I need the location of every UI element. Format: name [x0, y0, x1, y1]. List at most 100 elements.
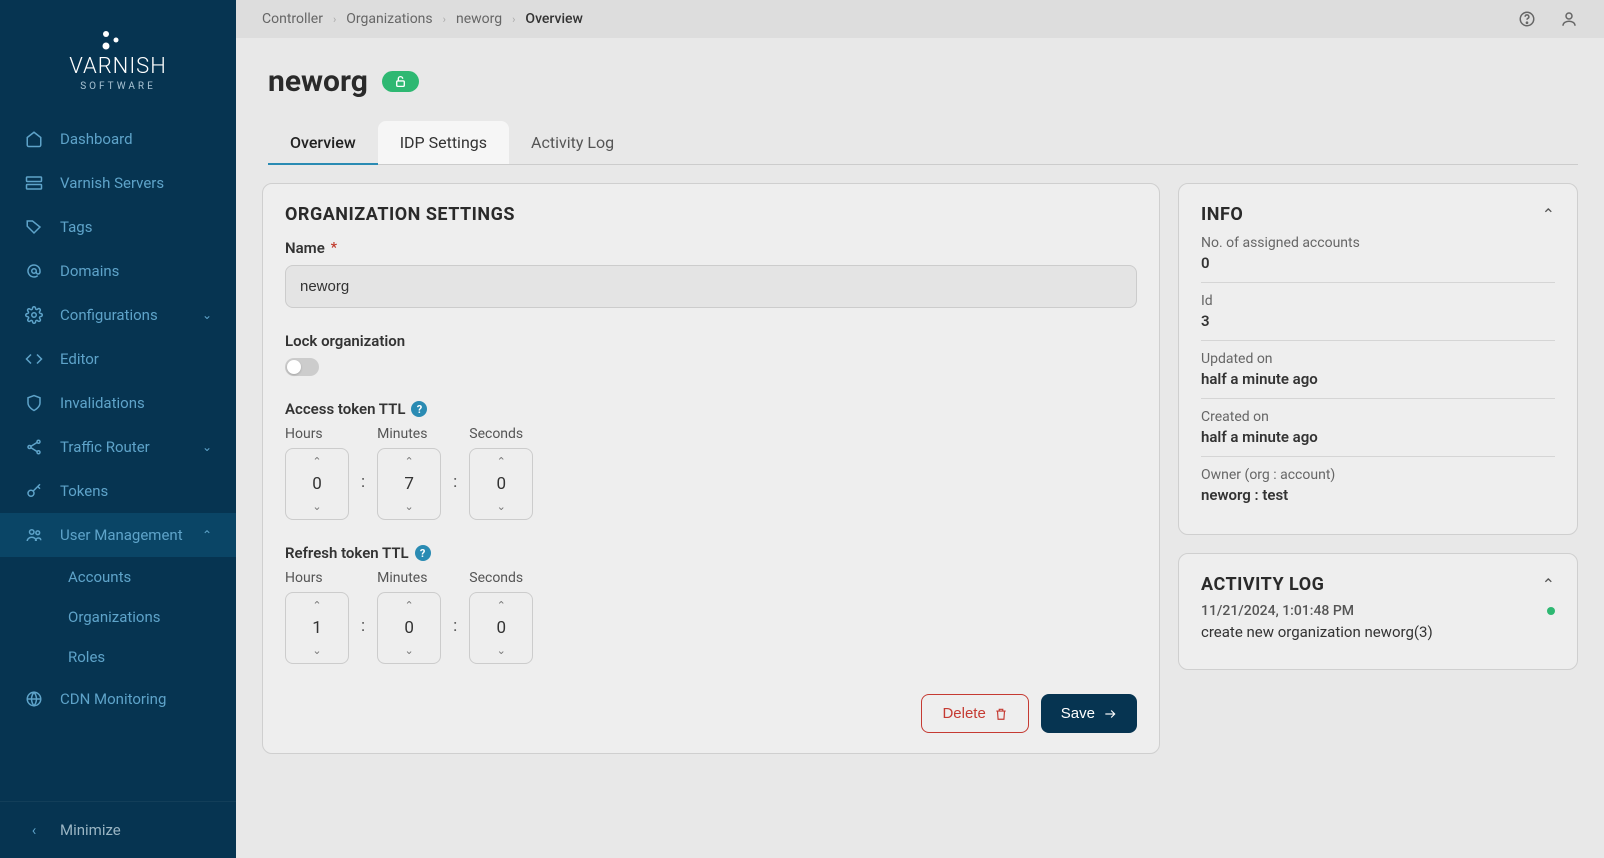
main: Controller › Organizations › neworg › Ov…	[236, 0, 1604, 858]
at-icon	[24, 261, 44, 281]
sidebar-item-tags[interactable]: Tags	[0, 205, 236, 249]
nav-sub-label: Roles	[68, 648, 105, 666]
nav-label: Tokens	[60, 482, 108, 500]
seconds-label: Seconds	[469, 426, 523, 442]
user-icon[interactable]	[1560, 10, 1578, 28]
info-key: Created on	[1201, 409, 1555, 425]
stepper-value[interactable]: 0	[496, 614, 506, 642]
home-icon	[24, 129, 44, 149]
logo: VARNISH SOFTWARE	[0, 0, 236, 117]
breadcrumb-organizations[interactable]: Organizations	[346, 11, 432, 27]
sidebar-item-dashboard[interactable]: Dashboard	[0, 117, 236, 161]
globe-icon	[24, 689, 44, 709]
save-label: Save	[1061, 705, 1095, 722]
tabs: Overview IDP Settings Activity Log	[268, 121, 1578, 165]
sidebar-sub-organizations[interactable]: Organizations	[0, 597, 236, 637]
stepper-up[interactable]: ⌃	[312, 453, 321, 470]
stepper-value[interactable]: 1	[312, 614, 322, 642]
info-row: Created on half a minute ago	[1201, 399, 1555, 457]
tab-overview[interactable]: Overview	[268, 121, 378, 164]
seconds-label: Seconds	[469, 570, 523, 586]
sidebar-sub-roles[interactable]: Roles	[0, 637, 236, 677]
access-ttl-hours: ⌃ 0 ⌄	[285, 448, 349, 520]
stepper-down[interactable]: ⌄	[312, 642, 321, 659]
refresh-ttl-minutes: ⌃ 0 ⌄	[377, 592, 441, 664]
colon: :	[451, 472, 459, 520]
info-val: half a minute ago	[1201, 370, 1555, 388]
stepper-value[interactable]: 7	[404, 470, 414, 498]
sidebar-item-editor[interactable]: Editor	[0, 337, 236, 381]
code-icon	[24, 349, 44, 369]
content: neworg Overview IDP Settings Activity Lo…	[236, 38, 1604, 780]
chevron-left-icon: ‹	[24, 820, 44, 840]
lock-toggle[interactable]	[285, 358, 319, 376]
nav-label: Domains	[60, 262, 119, 280]
stepper-up[interactable]: ⌃	[405, 453, 414, 470]
colon: :	[359, 616, 367, 664]
tab-idp-settings[interactable]: IDP Settings	[378, 121, 509, 164]
stepper-value[interactable]: 0	[312, 470, 322, 498]
stepper-down[interactable]: ⌄	[497, 642, 506, 659]
sidebar-sub-accounts[interactable]: Accounts	[0, 557, 236, 597]
page-title: neworg	[268, 64, 368, 99]
sidebar-item-configurations[interactable]: Configurations ⌄	[0, 293, 236, 337]
chevron-down-icon: ⌄	[202, 440, 212, 454]
sidebar-item-traffic-router[interactable]: Traffic Router ⌄	[0, 425, 236, 469]
info-row: Id 3	[1201, 283, 1555, 341]
trash-icon	[994, 707, 1008, 721]
stepper-down[interactable]: ⌄	[497, 498, 506, 515]
sidebar-item-user-management[interactable]: User Management ⌃	[0, 513, 236, 557]
collapse-icon[interactable]: ⌃	[1542, 575, 1555, 594]
stepper-down[interactable]: ⌄	[405, 642, 414, 659]
nav-label: Invalidations	[60, 394, 145, 412]
access-ttl-label: Access token TTL	[285, 400, 405, 418]
info-panel: INFO ⌃ No. of assigned accounts 0 Id 3	[1178, 183, 1578, 535]
sidebar-item-tokens[interactable]: Tokens	[0, 469, 236, 513]
stepper-value[interactable]: 0	[496, 470, 506, 498]
activity-title: ACTIVITY LOG	[1201, 574, 1324, 595]
unlock-icon	[394, 75, 407, 88]
breadcrumb-sep: ›	[512, 13, 515, 26]
stepper-up[interactable]: ⌃	[497, 453, 506, 470]
nav-label: User Management	[60, 526, 183, 544]
minimize-button[interactable]: ‹ Minimize	[0, 801, 236, 858]
stepper-down[interactable]: ⌄	[312, 498, 321, 515]
log-entry: 11/21/2024, 1:01:48 PM create new organi…	[1201, 595, 1555, 649]
breadcrumb-org[interactable]: neworg	[456, 11, 502, 27]
arrow-right-icon	[1103, 707, 1117, 721]
breadcrumb-controller[interactable]: Controller	[262, 11, 323, 27]
stepper-up[interactable]: ⌃	[405, 597, 414, 614]
logo-subtext: SOFTWARE	[20, 81, 216, 92]
sidebar-item-domains[interactable]: Domains	[0, 249, 236, 293]
log-msg: create new organization neworg(3)	[1201, 623, 1555, 641]
save-button[interactable]: Save	[1041, 694, 1137, 733]
colon: :	[451, 616, 459, 664]
delete-button[interactable]: Delete	[921, 694, 1028, 733]
stepper-up[interactable]: ⌃	[312, 597, 321, 614]
nav-label: CDN Monitoring	[60, 690, 166, 708]
name-input[interactable]	[285, 265, 1137, 308]
info-title: INFO	[1201, 204, 1243, 225]
stepper-value[interactable]: 0	[404, 614, 414, 642]
sidebar: VARNISH SOFTWARE Dashboard Varnish Serve…	[0, 0, 236, 858]
help-tooltip-icon[interactable]: ?	[415, 545, 431, 561]
info-row: Updated on half a minute ago	[1201, 341, 1555, 399]
sidebar-item-invalidations[interactable]: Invalidations	[0, 381, 236, 425]
help-tooltip-icon[interactable]: ?	[411, 401, 427, 417]
tag-icon	[24, 217, 44, 237]
tab-activity-log[interactable]: Activity Log	[509, 121, 636, 164]
info-key: Updated on	[1201, 351, 1555, 367]
access-ttl-minutes: ⌃ 7 ⌄	[377, 448, 441, 520]
stepper-up[interactable]: ⌃	[497, 597, 506, 614]
stepper-down[interactable]: ⌄	[405, 498, 414, 515]
panel-title: ORGANIZATION SETTINGS	[285, 204, 1137, 225]
users-icon	[24, 525, 44, 545]
nav-sub-label: Accounts	[68, 568, 131, 586]
sidebar-item-cdn-monitoring[interactable]: CDN Monitoring	[0, 677, 236, 721]
sidebar-item-varnish-servers[interactable]: Varnish Servers	[0, 161, 236, 205]
nav-label: Traffic Router	[60, 438, 150, 456]
required-marker: *	[331, 240, 337, 256]
help-icon[interactable]	[1518, 10, 1536, 28]
collapse-icon[interactable]: ⌃	[1542, 205, 1555, 224]
nav-label: Varnish Servers	[60, 174, 164, 192]
